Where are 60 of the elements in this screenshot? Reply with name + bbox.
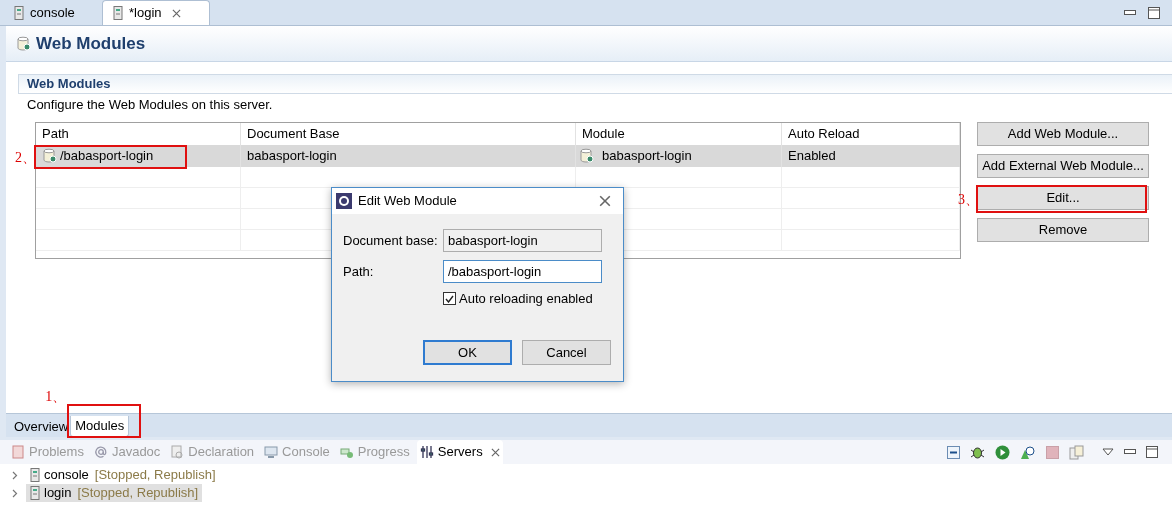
server-status: [Stopped, Republish]: [94, 466, 216, 485]
action-button[interactable]: Add External Web Module...: [977, 153, 1149, 178]
action-button[interactable]: Edit...: [977, 185, 1149, 210]
check-icon: [445, 294, 454, 303]
annotation-number: 1、: [45, 388, 67, 406]
close-icon[interactable]: [171, 8, 181, 18]
column-header[interactable]: Path: [36, 122, 241, 145]
section-title: Web Modules: [27, 75, 111, 94]
problems-view-icon: [11, 445, 25, 459]
annotation-number: 2、: [15, 148, 36, 167]
annotation-number: 3、: [958, 190, 979, 209]
bug-icon[interactable]: [970, 444, 985, 460]
server-icon: [30, 468, 40, 482]
column-header[interactable]: Module: [576, 122, 782, 145]
page-title: Web Modules: [36, 32, 146, 55]
page-tab[interactable]: Overview: [12, 416, 71, 437]
dialog-button[interactable]: Cancel: [522, 340, 611, 365]
server-icon: [113, 6, 123, 20]
close-icon[interactable]: [599, 195, 611, 207]
table-cell-text: babasport-login: [602, 146, 692, 165]
run-icon[interactable]: [995, 444, 1010, 460]
section-description: Configure the Web Modules on this server.: [26, 96, 274, 114]
auto-reload-checkbox[interactable]: Auto reloading enabled: [443, 289, 612, 309]
column-header[interactable]: Document Base: [241, 122, 576, 145]
collapse-icon[interactable]: [947, 445, 960, 459]
javadoc-view-icon: [93, 445, 108, 459]
servers-view-icon: [419, 445, 434, 459]
action-button[interactable]: Add Web Module...: [977, 121, 1149, 146]
declaration-view-icon: [170, 445, 185, 459]
dialog-title: Edit Web Module: [358, 192, 457, 211]
maximize-icon[interactable]: [1146, 446, 1158, 458]
editor-tab[interactable]: console: [4, 0, 94, 25]
page-tab[interactable]: Modules: [70, 416, 130, 437]
table-cell: babasport-login: [241, 144, 576, 167]
close-icon[interactable]: [490, 447, 500, 457]
server-tree-item[interactable]: login: [44, 483, 72, 503]
minimize-icon[interactable]: [1124, 449, 1136, 455]
minimize-icon[interactable]: [1124, 10, 1136, 16]
view-menu-icon[interactable]: [1102, 448, 1114, 456]
column-header[interactable]: Auto Reload: [782, 122, 960, 145]
text-field[interactable]: /babasport-login: [443, 260, 602, 283]
web-module-icon: [16, 36, 31, 51]
server-tree-item[interactable]: console: [44, 465, 89, 485]
action-button[interactable]: Remove: [977, 217, 1149, 242]
server-icon: [14, 5, 24, 20]
web-module-icon: [579, 148, 594, 163]
table-cell: Enabled: [782, 144, 960, 167]
dialog-button[interactable]: OK: [423, 340, 512, 365]
field-label: Path:: [343, 262, 375, 281]
progress-view-icon: [339, 445, 354, 459]
server-status: [Stopped, Republish]: [77, 484, 199, 503]
checkbox-box[interactable]: [443, 292, 456, 306]
app-icon: [336, 193, 352, 209]
profile-icon[interactable]: [1020, 444, 1036, 460]
view-tab[interactable]: Servers: [416, 440, 503, 464]
web-module-icon: [42, 148, 57, 163]
field-label: Document base:: [343, 231, 439, 250]
editor-tab[interactable]: *login: [102, 0, 210, 25]
console-view-icon: [264, 445, 279, 459]
maximize-icon[interactable]: [1148, 7, 1160, 19]
